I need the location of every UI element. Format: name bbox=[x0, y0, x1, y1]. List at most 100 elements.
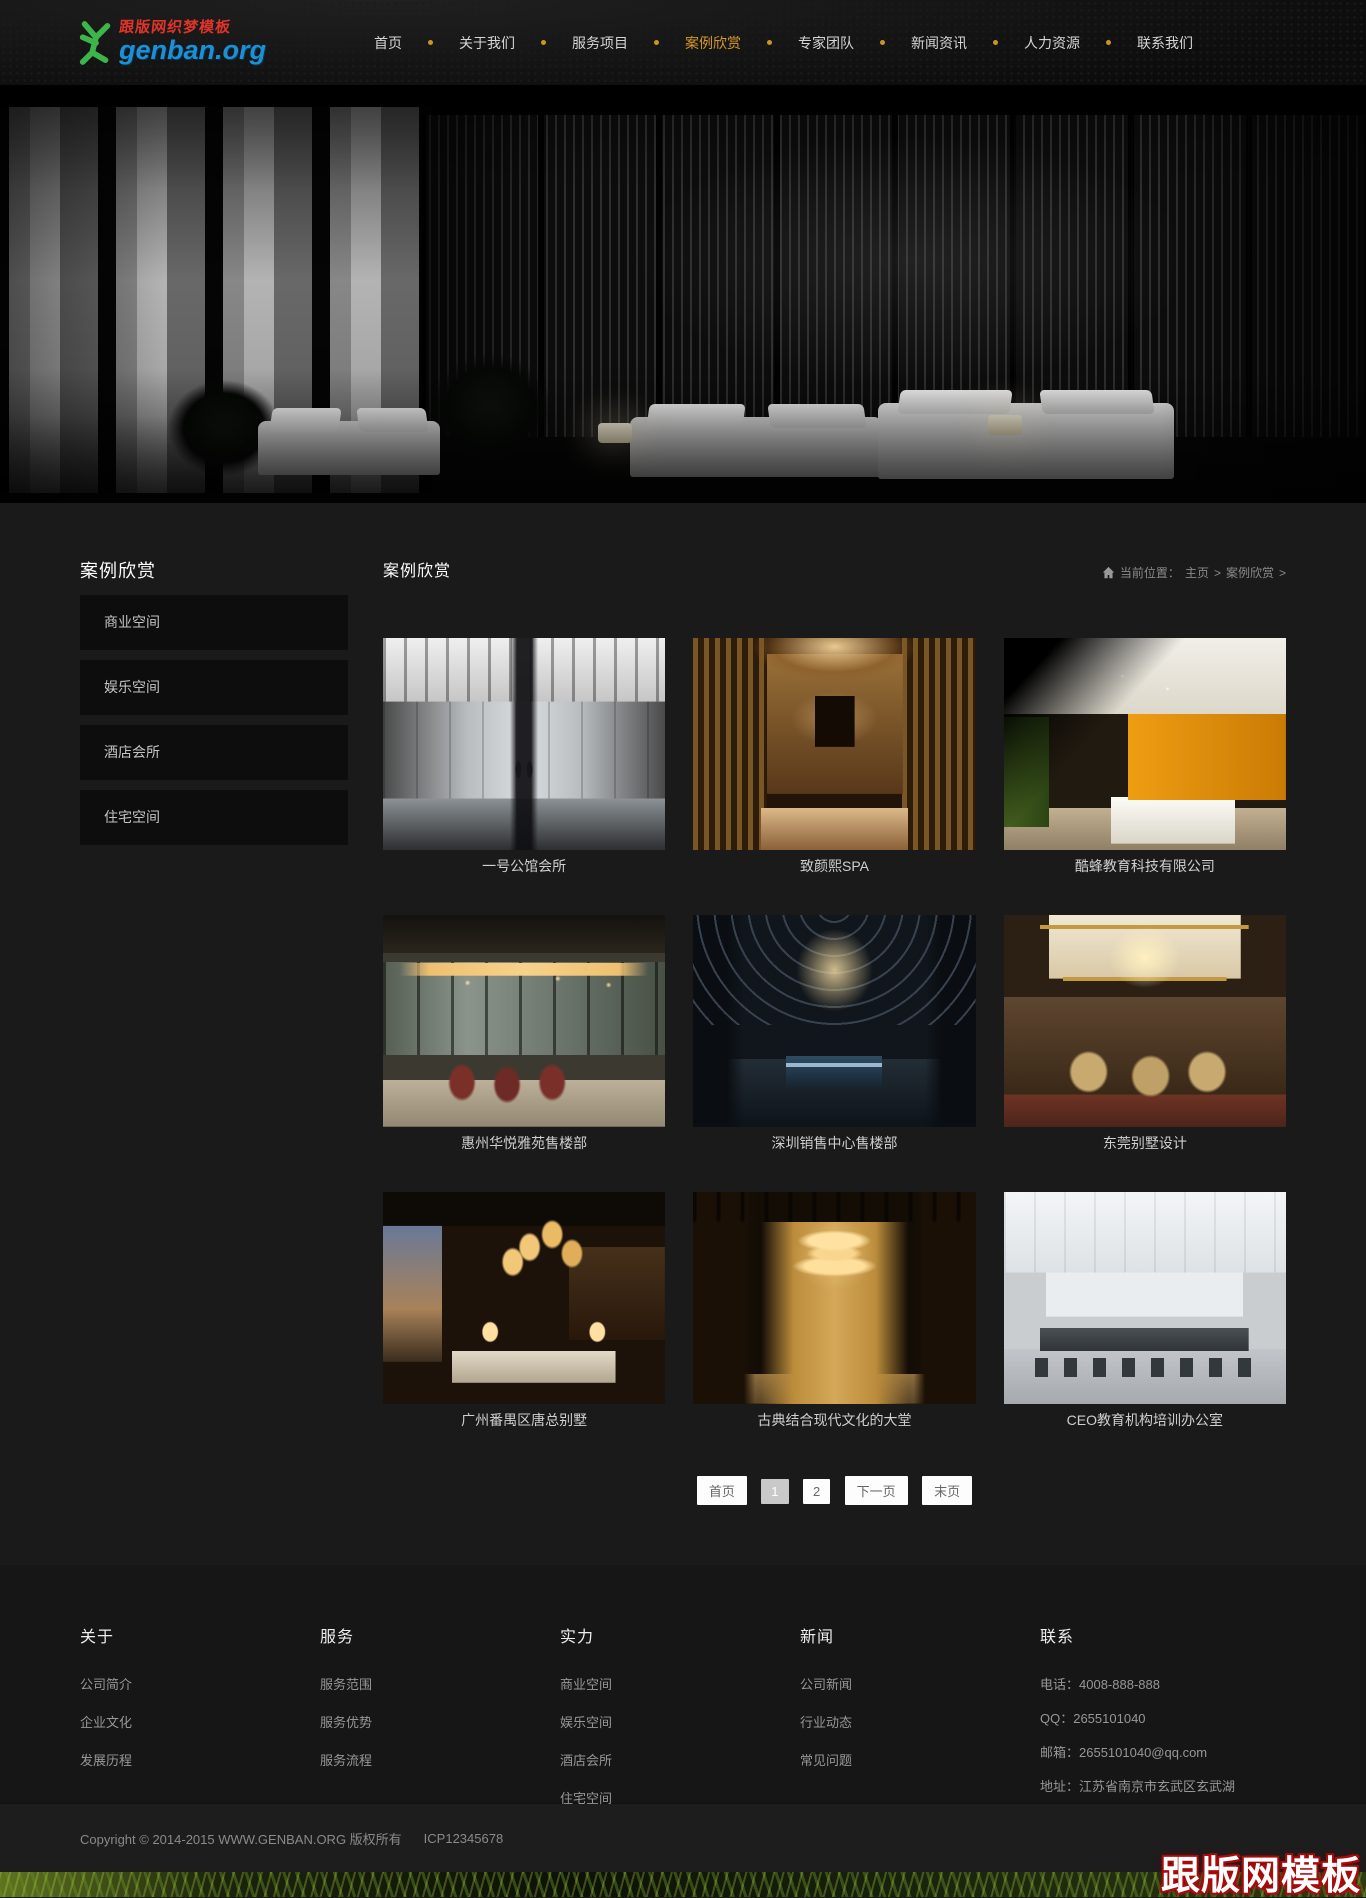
logo-text-en: genban.org bbox=[119, 37, 266, 64]
breadcrumb-current-link[interactable]: 案例欣赏 bbox=[1226, 564, 1274, 581]
case-thumbnail[interactable] bbox=[693, 638, 975, 850]
top-navbar: 跟版网织梦模板 genban.org 首页 关于我们 服务项目 案例欣赏 专家团… bbox=[0, 0, 1366, 85]
footer-column-about: 关于 公司简介 企业文化 发展历程 bbox=[80, 1623, 320, 1826]
content-header: 案例欣赏 当前位置： 主页 > 案例欣赏 > bbox=[383, 557, 1286, 581]
icp-number: ICP12345678 bbox=[424, 1831, 504, 1846]
case-card: 深圳销售中心售楼部 bbox=[693, 915, 975, 1153]
sidebar: 案例欣赏 商业空间 娱乐空间 酒店会所 住宅空间 bbox=[80, 557, 348, 1565]
breadcrumb-separator: > bbox=[1279, 566, 1286, 580]
home-icon bbox=[1102, 566, 1115, 579]
footer-column-news: 新闻 公司新闻 行业动态 常见问题 bbox=[800, 1623, 1040, 1826]
footer-column-strength: 实力 商业空间 娱乐空间 酒店会所 住宅空间 bbox=[560, 1623, 800, 1826]
pagination-page-1[interactable]: 1 bbox=[761, 1479, 788, 1504]
case-caption[interactable]: 深圳销售中心售楼部 bbox=[693, 1134, 975, 1153]
breadcrumb-label: 当前位置： bbox=[1120, 564, 1180, 581]
case-caption[interactable]: 广州番禺区唐总别墅 bbox=[383, 1411, 665, 1430]
footer-link[interactable]: 酒店会所 bbox=[560, 1750, 800, 1769]
footer-link[interactable]: 公司简介 bbox=[80, 1674, 320, 1693]
case-thumbnail[interactable] bbox=[383, 915, 665, 1127]
footer-link[interactable]: 服务流程 bbox=[320, 1750, 560, 1769]
main-content: 案例欣赏 商业空间 娱乐空间 酒店会所 住宅空间 案例欣赏 当前位置： 主页 >… bbox=[80, 503, 1286, 1565]
case-thumbnail[interactable] bbox=[693, 915, 975, 1127]
dot-separator-icon bbox=[767, 40, 772, 45]
footer-link[interactable]: 服务优势 bbox=[320, 1712, 560, 1731]
case-thumbnail[interactable] bbox=[1004, 638, 1286, 850]
footer-link[interactable]: 企业文化 bbox=[80, 1712, 320, 1731]
nav-item-team[interactable]: 专家团队 bbox=[786, 33, 866, 53]
pagination-first[interactable]: 首页 bbox=[697, 1476, 747, 1505]
footer-link[interactable]: 商业空间 bbox=[560, 1674, 800, 1693]
case-caption[interactable]: 古典结合现代文化的大堂 bbox=[693, 1411, 975, 1430]
footer-link[interactable]: 行业动态 bbox=[800, 1712, 1040, 1731]
case-grid: 一号公馆会所 致颜熙SPA 酷蜂教育科技有限公司 惠州华悦雅苑售楼部 深圳销售中… bbox=[383, 638, 1286, 1469]
watermark-text: 跟版网模板 bbox=[1161, 1857, 1361, 1896]
pagination-page-2[interactable]: 2 bbox=[803, 1479, 830, 1504]
contact-phone: 电话：4008-888-888 bbox=[1040, 1674, 1235, 1693]
footer-link[interactable]: 服务范围 bbox=[320, 1674, 560, 1693]
logo-text-cn: 跟版网织梦模板 bbox=[118, 21, 267, 36]
page-title: 案例欣赏 bbox=[383, 557, 451, 581]
footer-column-contact: 联系 电话：4008-888-888 QQ：2655101040 邮箱：2655… bbox=[1040, 1623, 1235, 1826]
nav-item-contact[interactable]: 联系我们 bbox=[1125, 33, 1205, 53]
sidebar-item-entertainment-space[interactable]: 娱乐空间 bbox=[80, 660, 348, 715]
footer-link[interactable]: 娱乐空间 bbox=[560, 1712, 800, 1731]
footer-column-title: 联系 bbox=[1040, 1623, 1235, 1647]
logo-runner-icon bbox=[77, 18, 115, 68]
case-thumbnail[interactable] bbox=[383, 1192, 665, 1404]
case-caption[interactable]: 一号公馆会所 bbox=[383, 857, 665, 876]
case-caption[interactable]: 致颜熙SPA bbox=[693, 857, 975, 876]
case-thumbnail[interactable] bbox=[383, 638, 665, 850]
dot-separator-icon bbox=[654, 40, 659, 45]
sidebar-title: 案例欣赏 bbox=[80, 557, 348, 583]
nav-item-cases[interactable]: 案例欣赏 bbox=[673, 33, 753, 53]
footer-column-title: 关于 bbox=[80, 1623, 320, 1647]
footer-link[interactable]: 公司新闻 bbox=[800, 1674, 1040, 1693]
case-caption[interactable]: 酷蜂教育科技有限公司 bbox=[1004, 857, 1286, 876]
nav-item-about[interactable]: 关于我们 bbox=[447, 33, 527, 53]
case-caption[interactable]: 东莞别墅设计 bbox=[1004, 1134, 1286, 1153]
sidebar-item-hotel-club[interactable]: 酒店会所 bbox=[80, 725, 348, 780]
sidebar-item-residential-space[interactable]: 住宅空间 bbox=[80, 790, 348, 845]
logo-text: 跟版网织梦模板 genban.org bbox=[119, 21, 266, 64]
case-thumbnail[interactable] bbox=[1004, 915, 1286, 1127]
footer-column-title: 新闻 bbox=[800, 1623, 1040, 1647]
breadcrumb-separator: > bbox=[1214, 566, 1221, 580]
case-caption[interactable]: CEO教育机构培训办公室 bbox=[1004, 1411, 1286, 1430]
case-section: 案例欣赏 当前位置： 主页 > 案例欣赏 > 一号公馆会所 致颜熙SPA 酷蜂教 bbox=[383, 557, 1286, 1565]
sidebar-category-list: 商业空间 娱乐空间 酒店会所 住宅空间 bbox=[80, 595, 348, 845]
case-card: 东莞别墅设计 bbox=[1004, 915, 1286, 1153]
footer: 关于 公司简介 企业文化 发展历程 服务 服务范围 服务优势 服务流程 实力 商… bbox=[0, 1565, 1366, 1803]
dot-separator-icon bbox=[993, 40, 998, 45]
case-card: 一号公馆会所 bbox=[383, 638, 665, 876]
site-logo[interactable]: 跟版网织梦模板 genban.org bbox=[77, 18, 266, 68]
contact-qq: QQ：2655101040 bbox=[1040, 1708, 1235, 1727]
nav-item-services[interactable]: 服务项目 bbox=[560, 33, 640, 53]
breadcrumb: 当前位置： 主页 > 案例欣赏 > bbox=[1102, 564, 1286, 581]
nav-item-home[interactable]: 首页 bbox=[362, 33, 414, 53]
nav-item-news[interactable]: 新闻资讯 bbox=[899, 33, 979, 53]
case-thumbnail[interactable] bbox=[1004, 1192, 1286, 1404]
breadcrumb-home-link[interactable]: 主页 bbox=[1185, 564, 1209, 581]
case-card: 古典结合现代文化的大堂 bbox=[693, 1192, 975, 1430]
dot-separator-icon bbox=[428, 40, 433, 45]
main-menu: 首页 关于我们 服务项目 案例欣赏 专家团队 新闻资讯 人力资源 联系我们 bbox=[362, 33, 1205, 53]
case-card: 致颜熙SPA bbox=[693, 638, 975, 876]
case-card: 酷蜂教育科技有限公司 bbox=[1004, 638, 1286, 876]
case-card: 惠州华悦雅苑售楼部 bbox=[383, 915, 665, 1153]
case-thumbnail[interactable] bbox=[693, 1192, 975, 1404]
case-caption[interactable]: 惠州华悦雅苑售楼部 bbox=[383, 1134, 665, 1153]
case-card: CEO教育机构培训办公室 bbox=[1004, 1192, 1286, 1430]
pagination-last[interactable]: 末页 bbox=[922, 1476, 972, 1505]
footer-link[interactable]: 发展历程 bbox=[80, 1750, 320, 1769]
dot-separator-icon bbox=[541, 40, 546, 45]
footer-link[interactable]: 常见问题 bbox=[800, 1750, 1040, 1769]
nav-item-hr[interactable]: 人力资源 bbox=[1012, 33, 1092, 53]
sidebar-item-commercial-space[interactable]: 商业空间 bbox=[80, 595, 348, 650]
footer-column-title: 服务 bbox=[320, 1623, 560, 1647]
pagination: 首页 1 2 下一页 末页 bbox=[383, 1476, 1286, 1505]
pagination-next[interactable]: 下一页 bbox=[845, 1476, 908, 1505]
hero-banner bbox=[0, 85, 1366, 503]
footer-link[interactable]: 住宅空间 bbox=[560, 1788, 800, 1807]
case-card: 广州番禺区唐总别墅 bbox=[383, 1192, 665, 1430]
dot-separator-icon bbox=[1106, 40, 1111, 45]
